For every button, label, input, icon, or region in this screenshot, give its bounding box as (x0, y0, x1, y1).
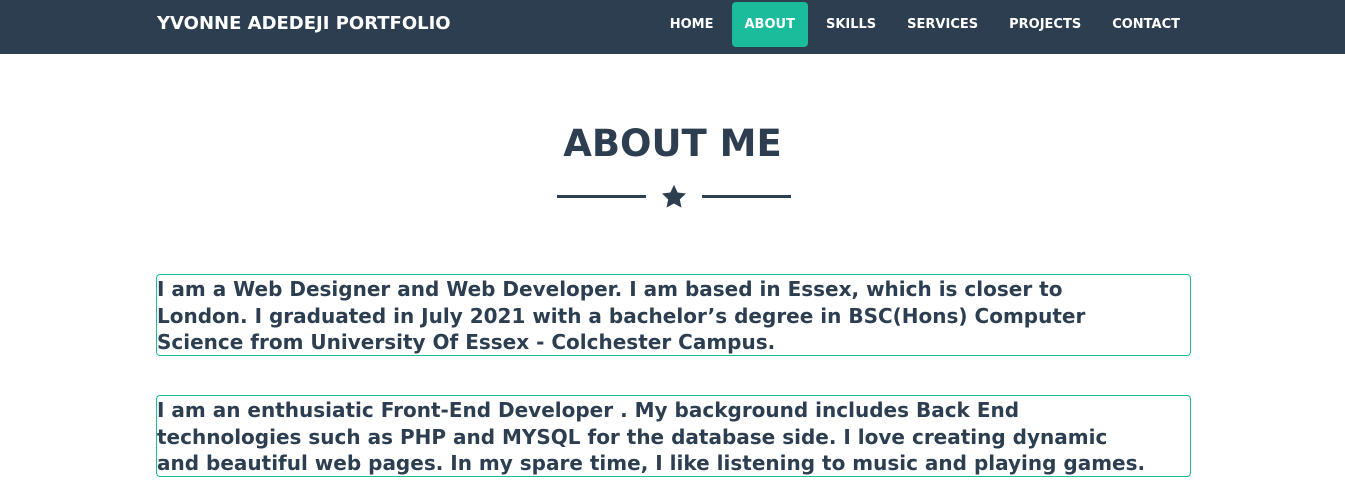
paragraph-line: I am an enthusiatic Front-End Developer … (157, 398, 1020, 422)
nav-contact[interactable]: CONTACT (1099, 2, 1193, 47)
brand-link[interactable]: YVONNE ADEDEJI PORTFOLIO (157, 13, 451, 34)
star-icon (661, 184, 687, 208)
paragraph-line: and beautiful web pages. In my spare tim… (157, 451, 1146, 475)
nav-home[interactable]: HOME (657, 2, 727, 47)
paragraph-line: Science from University Of Essex - Colch… (157, 330, 776, 354)
nav-about[interactable]: ABOUT (731, 2, 808, 47)
divider-line-left (557, 195, 646, 198)
paragraph-line: technologies such as PHP and MYSQL for t… (157, 424, 1108, 449)
navbar: YVONNE ADEDEJI PORTFOLIO HOME ABOUT SKIL… (0, 0, 1345, 54)
paragraph-line: I am a Web Designer and Web Developer. I… (157, 277, 1063, 301)
about-paragraph: I am an enthusiatic Front-End Developer … (156, 395, 1191, 477)
section-title: ABOUT ME (563, 122, 782, 165)
title-divider (557, 180, 791, 214)
main-nav: HOME ABOUT SKILLS SERVICES PROJECTS CONT… (652, 2, 1193, 47)
paragraph-line: London. I graduated in July 2021 with a … (157, 303, 1086, 328)
nav-projects[interactable]: PROJECTS (996, 2, 1094, 47)
about-paragraph: I am a Web Designer and Web Developer. I… (156, 274, 1191, 356)
nav-skills[interactable]: SKILLS (813, 2, 889, 47)
divider-line-right (702, 195, 791, 198)
nav-services[interactable]: SERVICES (894, 2, 991, 47)
